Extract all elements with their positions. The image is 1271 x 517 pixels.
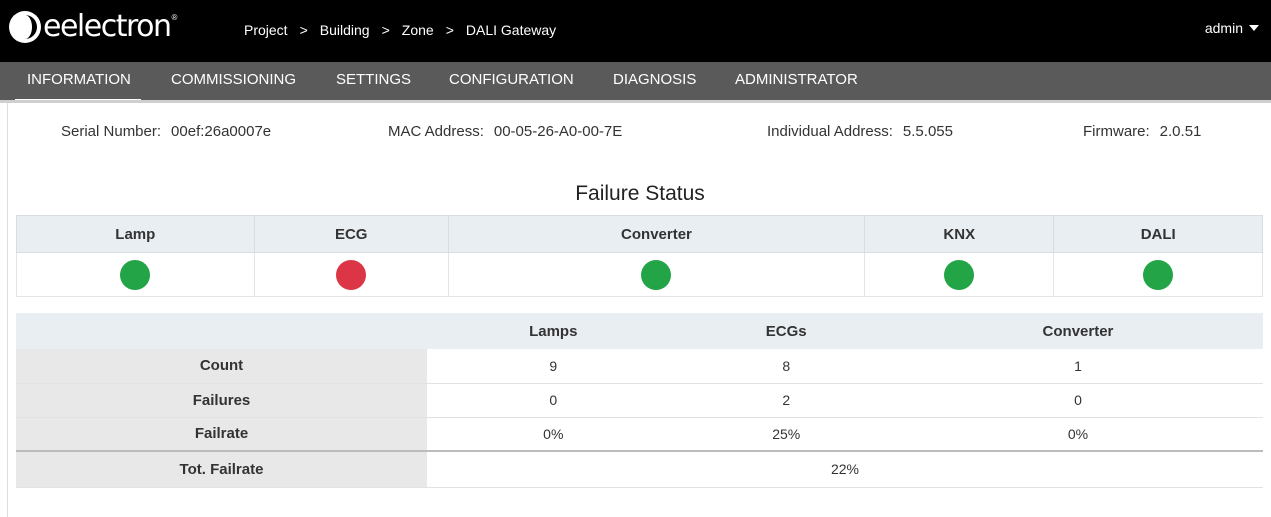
table-row: Failures 0 2 0 (16, 383, 1263, 418)
table-row: Count 9 8 1 (16, 349, 1263, 384)
total-failrate-value: 22% (427, 450, 1263, 488)
caret-down-icon (1249, 25, 1259, 31)
failures-ecgs: 2 (679, 383, 893, 418)
failures-converter: 0 (892, 383, 1263, 418)
row-label-total-failrate: Tot. Failrate (16, 450, 427, 488)
individual-address: Individual Address: 5.5.055 (767, 123, 953, 140)
stats-header-lamps: Lamps (427, 313, 680, 349)
brand-registered-mark: ® (171, 12, 178, 22)
failrate-lamps: 0% (427, 417, 680, 452)
failures-lamps: 0 (427, 383, 680, 418)
firmware-value: 2.0.51 (1159, 123, 1202, 140)
information-panel: Serial Number: 00ef:26a0007e MAC Address:… (7, 103, 1271, 517)
stats-header-blank (16, 313, 427, 349)
brand-name: eelectron (43, 9, 172, 44)
breadcrumb-dali-gateway[interactable]: DALI Gateway (466, 22, 556, 38)
individual-address-value: 5.5.055 (902, 123, 953, 140)
mac-address: MAC Address: 00-05-26-A0-00-7E (388, 123, 622, 140)
stats-header-ecgs: ECGs (679, 313, 893, 349)
nav-diagnosis[interactable]: DIAGNOSIS (613, 62, 696, 100)
firmware-label: Firmware: (1083, 123, 1150, 140)
lamp-status-indicator (120, 259, 151, 290)
status-cell-converter (447, 252, 866, 297)
table-row: Failrate 0% 25% 0% (16, 417, 1263, 452)
nav-configuration[interactable]: CONFIGURATION (449, 62, 574, 100)
status-header-ecg: ECG (253, 215, 449, 253)
count-converter: 1 (892, 349, 1263, 384)
nav-commissioning[interactable]: COMMISSIONING (171, 62, 296, 100)
failure-stats-table: Lamps ECGs Converter Count 9 8 1 Failure… (16, 313, 1263, 488)
nav-administrator[interactable]: ADMINISTRATOR (735, 62, 858, 100)
logo[interactable]: eelectron ® (8, 10, 177, 44)
nav-settings[interactable]: SETTINGS (336, 62, 411, 100)
eelectron-logo-icon (9, 11, 41, 43)
serial-number-label: Serial Number: (61, 123, 162, 140)
status-cell-ecg (253, 252, 449, 297)
status-cell-knx (864, 252, 1055, 297)
status-cell-lamp (16, 252, 255, 297)
breadcrumb-zone[interactable]: Zone (402, 22, 434, 38)
individual-address-label: Individual Address: (767, 123, 893, 140)
ecg-status-indicator (336, 259, 367, 290)
serial-number-value: 00ef:26a0007e (171, 123, 272, 140)
status-header-knx: KNX (864, 215, 1055, 253)
dali-status-indicator (1143, 259, 1174, 290)
nav-information[interactable]: INFORMATION (15, 62, 141, 102)
failure-status-title: Failure Status (575, 182, 705, 205)
table-row-total: Tot. Failrate 22% (16, 450, 1263, 488)
breadcrumb-building[interactable]: Building (320, 22, 370, 38)
count-ecgs: 8 (679, 349, 893, 384)
row-label-failrate: Failrate (16, 417, 427, 452)
status-cell-dali (1053, 252, 1263, 297)
breadcrumb: Project > Building > Zone > DALI Gateway (244, 22, 556, 38)
status-header-lamp: Lamp (16, 215, 255, 253)
stats-header-converter: Converter (892, 313, 1263, 349)
row-label-count: Count (16, 349, 427, 384)
breadcrumb-project[interactable]: Project (244, 22, 288, 38)
firmware: Firmware: 2.0.51 (1083, 123, 1201, 140)
user-menu[interactable]: admin (1205, 20, 1259, 36)
user-name: admin (1204, 20, 1243, 36)
status-header-converter: Converter (447, 215, 866, 253)
breadcrumb-separator: > (381, 22, 390, 38)
failure-status-table: Lamp ECG Converter KNX DALI (16, 215, 1263, 297)
failrate-converter: 0% (892, 417, 1263, 452)
converter-status-indicator (641, 259, 672, 290)
main-nav: INFORMATION COMMISSIONING SETTINGS CONFI… (0, 62, 1271, 102)
row-label-failures: Failures (16, 383, 427, 418)
mac-address-label: MAC Address: (388, 123, 484, 140)
breadcrumb-separator: > (299, 22, 308, 38)
serial-number: Serial Number: 00ef:26a0007e (61, 123, 271, 140)
failrate-ecgs: 25% (679, 417, 893, 452)
breadcrumb-separator: > (445, 22, 454, 38)
count-lamps: 9 (427, 349, 680, 384)
status-header-dali: DALI (1053, 215, 1263, 253)
knx-status-indicator (944, 259, 975, 290)
top-bar: eelectron ® Project > Building > Zone > … (0, 0, 1271, 62)
mac-address-value: 00-05-26-A0-00-7E (493, 123, 623, 140)
